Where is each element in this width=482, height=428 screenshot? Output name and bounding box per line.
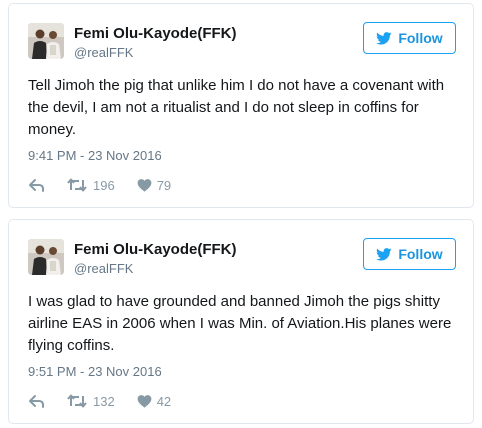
like-button[interactable]: 79 [137,178,171,193]
author-handle[interactable]: @realFFK [74,45,133,60]
heart-icon [137,178,157,192]
retweet-button[interactable]: 132 [67,394,115,409]
retweet-count: 132 [93,393,115,409]
tweet-text: Tell Jimoh the pig that unlike him I do … [28,77,445,138]
follow-label: Follow [398,246,443,262]
tweet-actions: 196 79 [28,175,171,195]
avatar[interactable] [28,23,64,59]
reply-icon [28,178,45,192]
reply-button[interactable] [28,178,45,192]
follow-button[interactable]: Follow [363,238,456,270]
tweet-actions: 132 42 [28,391,171,411]
reply-button[interactable] [28,394,45,408]
reply-icon [28,394,45,408]
twitter-bird-icon [376,247,392,261]
retweet-icon [67,394,93,408]
like-count: 79 [156,177,172,193]
retweet-icon [67,178,93,192]
author-name[interactable]: Femi Olu-Kayode(FFK) [74,25,237,42]
heart-icon [137,394,157,408]
author-name[interactable]: Femi Olu-Kayode(FFK) [74,241,237,258]
tweet-text: I was glad to have grounded and banned J… [28,293,452,354]
author-handle[interactable]: @realFFK [74,261,133,276]
tweet-card[interactable]: Femi Olu-Kayode(FFK) @realFFK Follow Tel… [8,3,474,208]
retweet-count: 196 [93,177,115,193]
like-button[interactable]: 42 [137,394,171,409]
follow-label: Follow [398,30,443,46]
like-count: 42 [156,393,172,409]
tweet-timestamp[interactable]: 9:51 PM - 23 Nov 2016 [28,364,162,379]
follow-button[interactable]: Follow [363,22,456,54]
avatar[interactable] [28,239,64,275]
tweet-card[interactable]: Femi Olu-Kayode(FFK) @realFFK Follow I w… [8,219,474,424]
tweet-timestamp[interactable]: 9:41 PM - 23 Nov 2016 [28,148,162,163]
retweet-button[interactable]: 196 [67,178,115,193]
twitter-bird-icon [376,31,392,45]
